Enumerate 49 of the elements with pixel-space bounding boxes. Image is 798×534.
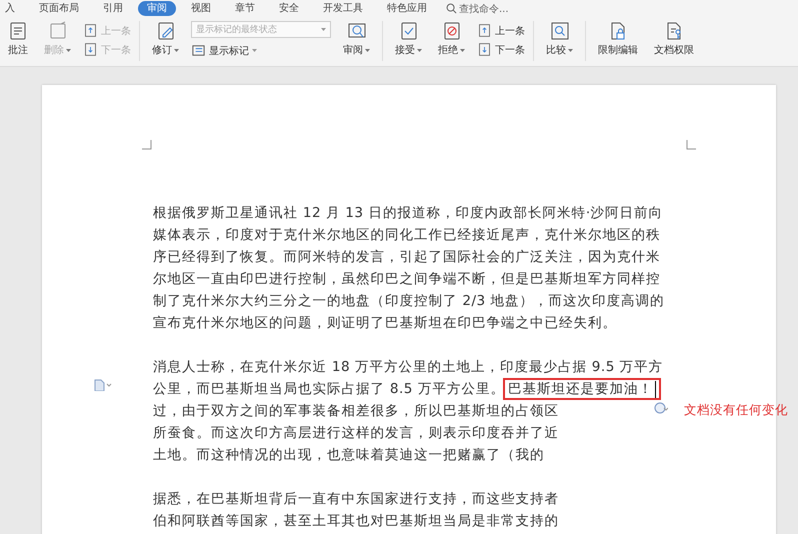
body-text: 所蚕食。而这次印方高层进行这样的发言，则表示印度吞并了近 [153, 424, 559, 443]
margin-corner-icon [686, 140, 696, 150]
ribbon-button[interactable]: 限制编辑 [590, 21, 646, 57]
ribbon-tab[interactable]: 入 [0, 1, 24, 16]
body-text: 媒体表示，印度对于克什米尔地区的同化工作已经接近尾声，克什米尔地区的秩 [153, 226, 660, 245]
body-text: 制了克什米尔大约三分之一的地盘（印度控制了 2/3 地盘），而这次印度高调的 [153, 292, 665, 311]
search-icon [446, 3, 457, 14]
ribbon-button[interactable]: 批注 [0, 21, 36, 57]
ribbon-tab[interactable]: 页面布局 [30, 1, 88, 16]
checkmark-icon [398, 21, 418, 41]
ribbon-tab[interactable]: 开发工具 [314, 1, 372, 16]
comment-icon[interactable] [654, 401, 668, 415]
ribbon-tab[interactable]: 审阅 [138, 1, 176, 16]
body-text: 土地。而这种情况的出现，也意味着莫迪这一把赌赢了（我的 [153, 446, 544, 465]
ribbon-button[interactable]: 接受 [387, 21, 430, 57]
body-text: 过，由于双方之间的军事装备相差很多，所以巴基斯坦的占领区 [153, 402, 559, 421]
ribbon-button[interactable]: 比较 [538, 21, 581, 57]
body-text: 公里，而巴基斯坦当局也实际占据了 8.5 万平方公里。 [153, 381, 505, 397]
body-text: 尔地区一直由印巴进行控制，虽然印巴之间争端不断，但是巴基斯坦军方同样控 [153, 270, 660, 289]
blank-page-icon [48, 21, 68, 41]
document-icon[interactable] [94, 379, 112, 391]
ribbon-tab[interactable]: 引用 [94, 1, 132, 16]
inserted-text: 巴基斯坦还是要加油！ [502, 378, 661, 400]
list-icon [191, 43, 206, 58]
magnifier-icon [550, 21, 570, 41]
body-text: 宣布克什米尔地区的问题，则证明了巴基斯坦在印巴争端之中已经失利。 [153, 314, 617, 333]
body-text: 据悉，在巴基斯坦背后一直有中东国家进行支持，而这些支持者 [153, 490, 559, 509]
ribbon-button[interactable]: 下一条 [477, 42, 525, 57]
body-text: 伯和阿联酋等国家，甚至土耳其也对巴基斯坦当局是非常支持的 [153, 512, 559, 531]
ribbon-tab[interactable]: 安全 [270, 1, 308, 16]
body-text: 根据俄罗斯卫星通讯社 12 月 13 日的报道称，印度内政部长阿米特·沙阿日前向 [153, 204, 664, 223]
ribbon-tab[interactable]: 章节 [226, 1, 264, 16]
body-text: 消息人士称，在克什米尔近 18 万平方公里的土地上，印度最少占据 9.5 万平方 [153, 358, 664, 377]
forbidden-icon [442, 21, 462, 41]
ribbon-tab[interactable]: 特色应用 [378, 1, 436, 16]
search-field[interactable]: 查找命令... [446, 2, 509, 16]
ribbon-button[interactable]: 审阅 [335, 21, 378, 57]
caret-icon [321, 28, 326, 31]
margin-corner-icon [142, 140, 152, 150]
comment-text: 文档没有任何变化 [684, 402, 788, 419]
ribbon-tab[interactable]: 视图 [182, 1, 220, 16]
body-text: 序已经得到了恢复。而阿米特的发言，引起了国际社会的广泛关注，因为克什米 [153, 248, 660, 267]
ribbon-button[interactable]: 文档权限 [646, 21, 702, 57]
caret-icon [252, 49, 257, 52]
ribbon-button[interactable]: 拒绝 [430, 21, 473, 57]
ribbon-button[interactable]: 修订 [144, 21, 187, 57]
pencil-icon [156, 21, 176, 41]
comment-icon [8, 21, 28, 41]
ribbon-button[interactable]: 上一条 [477, 23, 525, 38]
